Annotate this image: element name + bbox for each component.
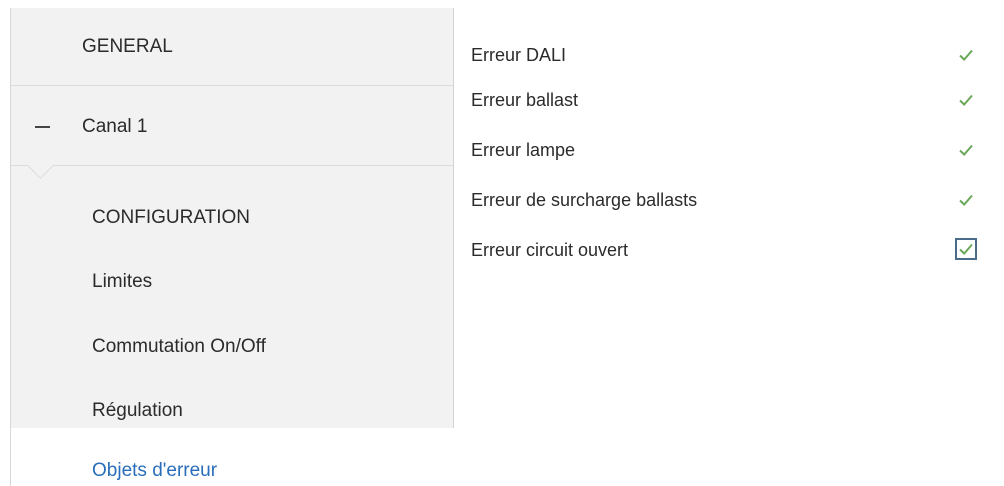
- tree-item-label: CONFIGURATION: [92, 207, 250, 228]
- minus-icon[interactable]: [35, 126, 50, 128]
- checkmark-icon: [959, 49, 973, 61]
- erreur-surcharge-ballasts-checkbox[interactable]: [955, 189, 977, 211]
- erreur-circuit-ouvert-checkbox[interactable]: [955, 238, 977, 260]
- tree-item-label: Régulation: [92, 400, 183, 421]
- checkmark-icon: [959, 94, 973, 106]
- tree-item-canal-1[interactable]: Canal 1: [11, 88, 454, 166]
- tree-item-label: Limites: [92, 271, 153, 292]
- tree-item-limites[interactable]: Limites: [11, 250, 454, 314]
- parameter-row-erreur-surcharge-ballasts: Erreur de surcharge ballasts: [471, 161, 991, 211]
- parameter-label: Erreur ballast: [471, 90, 579, 110]
- tree-item-label: Objets d'erreur: [92, 460, 218, 481]
- parameter-label: Erreur circuit ouvert: [471, 240, 629, 260]
- erreur-ballast-checkbox[interactable]: [955, 89, 977, 111]
- checkmark-icon: [959, 194, 973, 206]
- parameter-label: Erreur lampe: [471, 140, 576, 160]
- tree-item-general[interactable]: GENERAL: [11, 8, 454, 86]
- parameter-label: Erreur de surcharge ballasts: [471, 190, 698, 210]
- parameter-tree: GENERAL Canal 1 CONFIGURATION Limites Co…: [10, 8, 454, 486]
- tree-item-label: GENERAL: [82, 36, 173, 57]
- parameter-row-erreur-dali: Erreur DALI: [471, 18, 991, 68]
- parameter-row-erreur-circuit-ouvert: Erreur circuit ouvert: [471, 210, 991, 260]
- tree-item-configuration[interactable]: CONFIGURATION: [11, 186, 454, 250]
- parameter-row-erreur-lampe: Erreur lampe: [471, 110, 991, 160]
- tree-item-commutation[interactable]: Commutation On/Off: [11, 315, 454, 379]
- tree-item-label: Canal 1: [82, 116, 148, 137]
- tree-item-objets-erreur-selected[interactable]: Objets d'erreur: [11, 428, 454, 486]
- checkmark-icon: [959, 144, 973, 156]
- erreur-dali-checkbox[interactable]: [955, 44, 977, 66]
- tree-item-label: Commutation On/Off: [92, 336, 266, 357]
- parameter-label: Erreur DALI: [471, 45, 567, 65]
- checkmark-icon: [959, 243, 973, 255]
- erreur-lampe-checkbox[interactable]: [955, 139, 977, 161]
- parameter-panel: Erreur DALI Erreur ballast Erreur lampe …: [471, 8, 991, 288]
